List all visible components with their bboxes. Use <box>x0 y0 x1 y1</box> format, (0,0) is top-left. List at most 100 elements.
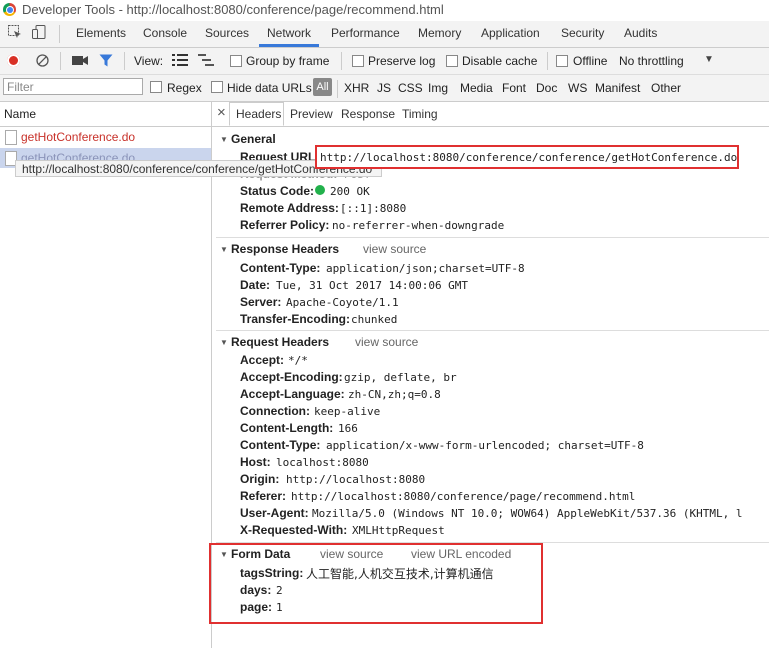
header-key: Server: <box>240 295 282 309</box>
device-toolbar-icon[interactable] <box>31 24 47 43</box>
request-row[interactable]: getHotConference.do <box>21 130 135 144</box>
section-response-headers[interactable]: Response Headers <box>231 242 339 256</box>
tab-timing[interactable]: Timing <box>402 107 438 121</box>
tab-response[interactable]: Response <box>341 107 395 121</box>
header-value: http://localhost:8080/conference/page/re… <box>291 490 636 503</box>
chevron-down-icon[interactable]: ▼ <box>704 54 714 65</box>
referrer-policy-key: Referrer Policy: <box>240 218 330 232</box>
large-rows-icon[interactable] <box>172 54 188 69</box>
tab-console[interactable]: Console <box>143 26 187 40</box>
inspect-element-icon[interactable] <box>7 24 23 43</box>
offline-checkbox[interactable] <box>556 55 568 67</box>
header-key: Accept: <box>240 353 285 367</box>
collapse-triangle-icon[interactable]: ▼ <box>220 338 228 347</box>
view-label: View: <box>134 54 164 68</box>
filter-icon[interactable] <box>99 54 113 70</box>
filter-type-img[interactable]: Img <box>428 81 448 95</box>
filter-type-media[interactable]: Media <box>460 81 493 95</box>
header-key: Accept-Encoding: <box>240 370 343 384</box>
tab-headers[interactable]: Headers <box>236 107 281 121</box>
preserve-log-checkbox[interactable] <box>352 55 364 67</box>
filter-input[interactable]: Filter <box>3 78 143 95</box>
header-key: Date: <box>240 278 271 292</box>
regex-checkbox[interactable] <box>150 81 162 93</box>
regex-label: Regex <box>167 81 202 95</box>
divider <box>124 52 125 70</box>
tab-preview[interactable]: Preview <box>290 107 333 121</box>
header-value: keep-alive <box>314 405 381 418</box>
header-key: Referer: <box>240 489 287 503</box>
section-divider <box>216 330 769 331</box>
filter-type-ws[interactable]: WS <box>568 81 587 95</box>
status-code-value: 200 OK <box>330 185 370 198</box>
tab-performance[interactable]: Performance <box>331 26 400 40</box>
file-icon <box>5 130 17 145</box>
referrer-policy-value: no-referrer-when-downgrade <box>332 219 505 232</box>
header-key: Origin: <box>240 472 280 486</box>
highlight-box <box>209 543 543 624</box>
group-by-frame-checkbox[interactable] <box>230 55 242 67</box>
header-key: Content-Length: <box>240 421 334 435</box>
divider <box>60 52 61 70</box>
header-value: application/json;charset=UTF-8 <box>326 262 525 275</box>
header-value: zh-CN,zh;q=0.8 <box>348 388 441 401</box>
collapse-triangle-icon[interactable]: ▼ <box>220 245 228 254</box>
header-value: */* <box>288 354 308 367</box>
header-value: 166 <box>338 422 358 435</box>
close-icon[interactable]: × <box>217 104 226 121</box>
collapse-triangle-icon[interactable]: ▼ <box>220 135 228 144</box>
divider <box>59 25 60 43</box>
filter-type-doc[interactable]: Doc <box>536 81 557 95</box>
waterfall-overview-icon[interactable] <box>198 54 214 69</box>
throttling-select[interactable]: No throttling <box>619 54 684 68</box>
divider <box>547 52 548 70</box>
tab-application[interactable]: Application <box>481 26 540 40</box>
remote-address-key: Remote Address: <box>240 201 339 215</box>
status-code-key: Status Code: <box>240 184 315 198</box>
capture-screenshots-icon[interactable] <box>72 55 88 69</box>
header-key: Content-Type: <box>240 438 321 452</box>
tab-sources[interactable]: Sources <box>205 26 249 40</box>
status-ok-icon <box>315 185 325 195</box>
preserve-log-label: Preserve log <box>368 54 436 68</box>
tab-network[interactable]: Network <box>267 26 311 40</box>
divider <box>337 80 338 98</box>
header-value: Mozilla/5.0 (Windows NT 10.0; WOW64) App… <box>312 507 743 520</box>
tab-memory[interactable]: Memory <box>418 26 461 40</box>
divider <box>341 52 342 70</box>
header-value: application/x-www-form-urlencoded; chars… <box>326 439 644 452</box>
filter-type-other[interactable]: Other <box>651 81 681 95</box>
filter-type-xhr[interactable]: XHR <box>344 81 369 95</box>
highlight-box <box>315 145 739 169</box>
view-source-link[interactable]: view source <box>363 242 426 256</box>
header-value: chunked <box>351 313 398 326</box>
tab-elements[interactable]: Elements <box>76 26 126 40</box>
hide-data-urls-checkbox[interactable] <box>211 81 223 93</box>
window-title: Developer Tools - http://localhost:8080/… <box>22 2 444 17</box>
header-value: localhost:8080 <box>276 456 369 469</box>
header-value: http://localhost:8080 <box>286 473 426 486</box>
section-request-headers[interactable]: Request Headers <box>231 335 329 349</box>
header-key: X-Requested-With: <box>240 523 348 537</box>
filter-type-all[interactable]: All <box>313 78 332 96</box>
header-key: Host: <box>240 455 271 469</box>
active-tab-indicator <box>259 44 319 47</box>
offline-label: Offline <box>573 54 608 68</box>
header-key: Accept-Language: <box>240 387 345 401</box>
filter-type-css[interactable]: CSS <box>398 81 423 95</box>
header-key: Content-Type: <box>240 261 321 275</box>
section-general[interactable]: General <box>231 132 276 146</box>
tab-security[interactable]: Security <box>561 26 604 40</box>
filter-type-font[interactable]: Font <box>502 81 526 95</box>
filter-type-manifest[interactable]: Manifest <box>595 81 640 95</box>
clear-icon[interactable] <box>36 54 49 70</box>
filter-type-js[interactable]: JS <box>377 81 391 95</box>
record-icon[interactable] <box>7 54 20 67</box>
header-value: gzip, deflate, br <box>344 371 457 384</box>
disable-cache-checkbox[interactable] <box>446 55 458 67</box>
name-column-header[interactable]: Name <box>4 107 36 121</box>
header-key: Connection: <box>240 404 310 418</box>
tab-audits[interactable]: Audits <box>624 26 657 40</box>
view-source-link[interactable]: view source <box>355 335 418 349</box>
header-key: User-Agent: <box>240 506 309 520</box>
